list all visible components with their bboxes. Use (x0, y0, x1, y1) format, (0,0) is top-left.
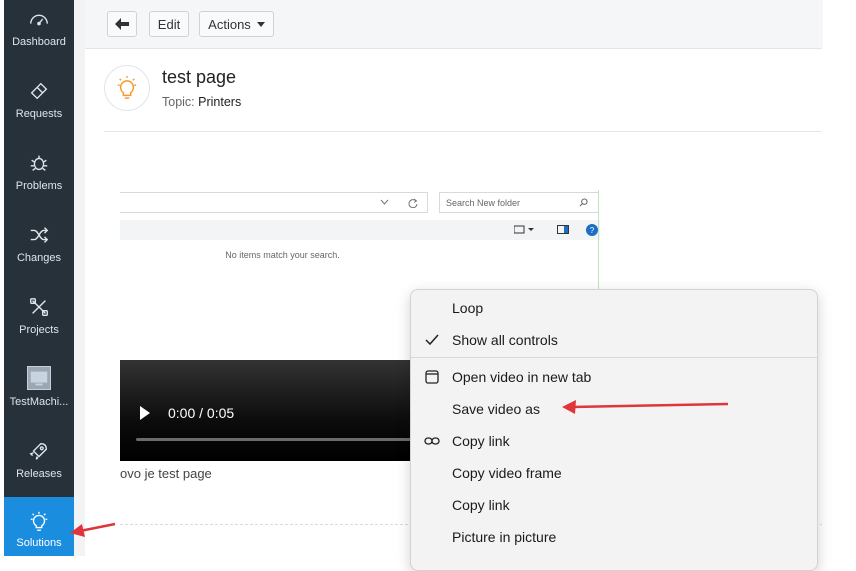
nav-projects-label: Projects (19, 324, 59, 336)
back-button[interactable] (107, 11, 137, 37)
edit-button[interactable]: Edit (149, 11, 189, 37)
chevron-down-icon (380, 199, 389, 205)
rocket-icon (29, 442, 48, 460)
video-frame-search: Search New folder (439, 192, 599, 213)
video-frame-search-text: Search New folder (446, 197, 521, 208)
menu-separator (411, 357, 817, 358)
shuffle-icon (30, 227, 49, 243)
menu-item-label: Show all controls (452, 332, 558, 348)
play-icon[interactable] (140, 406, 150, 420)
menu-item-label: Picture in picture (452, 529, 557, 545)
menu-item-copy-video-frame[interactable]: Copy video frame (411, 458, 817, 488)
nav-requests-label: Requests (15, 108, 63, 120)
menu-item-label: Loop (452, 300, 484, 316)
search-icon (579, 198, 588, 207)
view-icon (514, 225, 534, 234)
svg-text:?: ? (590, 226, 595, 235)
page-right-margin (822, 48, 856, 556)
nav-changes-label: Changes (16, 252, 62, 264)
topic-value[interactable]: Printers (198, 95, 241, 109)
video-context-menu: Loop Show all controls Open video in new… (410, 289, 818, 571)
lightbulb-icon (30, 511, 48, 531)
nav-testmachine-label: TestMachi... (9, 396, 69, 408)
menu-item-label: Copy link (452, 433, 510, 449)
nav-solutions[interactable]: Solutions (4, 497, 74, 556)
edit-button-label: Edit (157, 16, 181, 32)
video-progress-bar[interactable] (136, 438, 436, 441)
nav-testmachine[interactable]: TestMachi... (4, 366, 74, 438)
nav-problems[interactable]: Problems (4, 152, 74, 224)
help-icon: ? (586, 224, 598, 236)
nav-releases-label: Releases (16, 468, 62, 480)
video-frame-empty-message: No items match your search. (225, 250, 340, 260)
page-title: test page (162, 67, 237, 87)
new-tab-icon (425, 370, 439, 384)
video-frame-address-bar (120, 192, 428, 213)
pane-icon (557, 225, 569, 234)
video-frame-toolbar: ? (120, 220, 600, 240)
menu-item-copy-link-2[interactable]: Copy link (411, 490, 817, 520)
caret-down-icon (256, 21, 265, 27)
nav-requests[interactable]: Requests (4, 80, 74, 152)
nav-projects[interactable]: Projects (4, 296, 74, 368)
menu-item-save-video-as[interactable]: Save video as (411, 394, 817, 424)
menu-item-label: Save video as (452, 401, 540, 417)
menu-item-label: Copy link (452, 497, 510, 513)
nav-changes[interactable]: Changes (4, 224, 74, 296)
speedometer-icon (30, 14, 48, 26)
menu-item-show-all-controls[interactable]: Show all controls (411, 325, 817, 355)
lightbulb-icon (117, 76, 137, 99)
solution-bulb-badge (104, 65, 150, 111)
header-divider (104, 131, 823, 132)
menu-item-label: Copy video frame (452, 465, 562, 481)
nav-problems-label: Problems (15, 180, 63, 192)
gutter (74, 0, 85, 556)
refresh-icon (408, 198, 418, 208)
tools-icon (30, 298, 48, 316)
arrow-left-icon (115, 18, 129, 30)
actions-button[interactable]: Actions (199, 11, 274, 37)
menu-item-label: Open video in new tab (452, 369, 592, 385)
menu-item-open-video-new-tab[interactable]: Open video in new tab (411, 362, 817, 392)
nav-dashboard[interactable]: Dashboard (4, 8, 74, 80)
menu-item-picture-in-picture[interactable]: Picture in picture (411, 522, 817, 552)
sidebar: Dashboard Requests Problems Changes Proj… (4, 0, 74, 556)
actions-button-label: Actions (208, 16, 251, 32)
nav-solutions-label: Solutions (16, 537, 62, 549)
nav-dashboard-label: Dashboard (12, 36, 66, 48)
link-icon (424, 437, 440, 445)
topic-label: Topic: (162, 95, 195, 109)
menu-item-copy-link[interactable]: Copy link (411, 426, 817, 456)
article-text: ovo je test page (120, 466, 212, 481)
topic-line: Topic: Printers (162, 95, 241, 109)
menu-item-loop[interactable]: Loop (411, 293, 817, 323)
machine-thumbnail-icon (27, 366, 51, 390)
toolbar: Edit Actions (85, 0, 823, 49)
ticket-icon (30, 82, 48, 100)
checkmark-icon (425, 334, 439, 346)
video-time: 0:00 / 0:05 (168, 405, 235, 421)
bug-icon (30, 155, 48, 171)
